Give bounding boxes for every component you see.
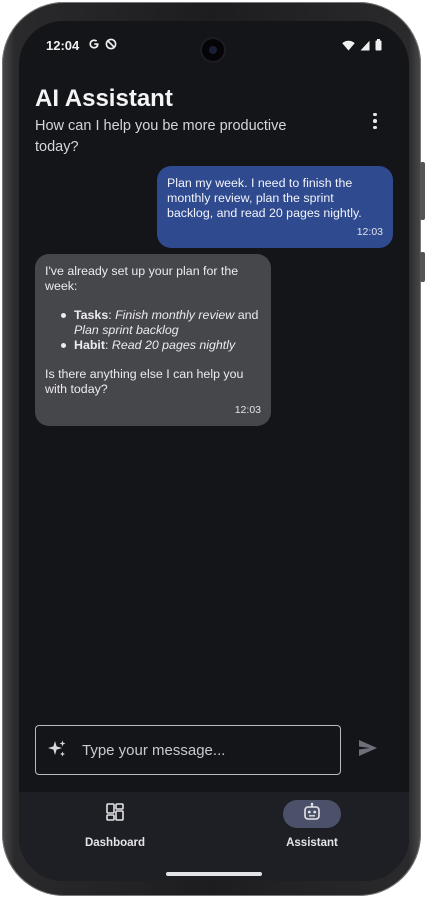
plan-item-habit: Habit: Read 20 pages nightly <box>61 338 261 353</box>
nav-item-assistant[interactable]: Assistant <box>257 800 367 860</box>
plan-item-tasks: Tasks: Finish monthly review and Plan sp… <box>61 308 261 338</box>
user-message-text: Plan my week. I need to finish the month… <box>167 176 362 220</box>
screen: 12:04 AI Assistant How can I help you be… <box>19 21 409 881</box>
status-icons-left <box>88 37 117 55</box>
nav-item-dashboard[interactable]: Dashboard <box>60 800 170 860</box>
sparkle-icon <box>46 738 68 760</box>
assistant-message-bubble: I've already set up your plan for the we… <box>35 254 271 426</box>
phone-frame: 12:04 AI Assistant How can I help you be… <box>2 2 425 896</box>
power-button <box>420 252 425 282</box>
status-bar: 12:04 <box>19 21 409 69</box>
volume-button <box>420 162 425 220</box>
status-time: 12:04 <box>46 38 80 53</box>
nav-label-dashboard: Dashboard <box>84 837 146 849</box>
send-button[interactable] <box>357 738 383 762</box>
status-icons-right <box>342 38 382 56</box>
message-composer <box>35 725 341 775</box>
page-subtitle: How can I help you be more productive to… <box>35 118 287 155</box>
page-title: AI Assistant <box>35 85 173 112</box>
nav-pill <box>86 800 144 828</box>
g-icon <box>88 37 100 55</box>
robot-icon <box>302 802 322 827</box>
message-timestamp: 12:03 <box>234 404 261 416</box>
bottom-navigation: Dashboard Assistant <box>19 792 409 881</box>
signal-icon <box>360 38 370 56</box>
nav-pill-active <box>283 800 341 828</box>
plan-list: Tasks: Finish monthly review and Plan sp… <box>45 308 261 353</box>
more-vert-icon <box>373 112 377 117</box>
nav-label-assistant: Assistant <box>286 837 338 849</box>
message-input[interactable] <box>80 726 332 775</box>
assistant-message-intro: I've already set up your plan for the we… <box>45 264 239 293</box>
battery-icon <box>375 38 382 56</box>
wifi-icon <box>342 38 355 56</box>
send-icon <box>357 740 379 762</box>
front-camera <box>202 39 224 61</box>
dashboard-icon <box>105 802 125 827</box>
message-timestamp: 12:03 <box>356 226 383 238</box>
assistant-message-outro: Is there anything else I can help you wi… <box>45 367 244 396</box>
more-options-button[interactable] <box>363 109 387 133</box>
user-message-bubble: Plan my week. I need to finish the month… <box>157 166 393 248</box>
shield-icon <box>105 37 117 55</box>
home-indicator[interactable] <box>166 872 262 876</box>
